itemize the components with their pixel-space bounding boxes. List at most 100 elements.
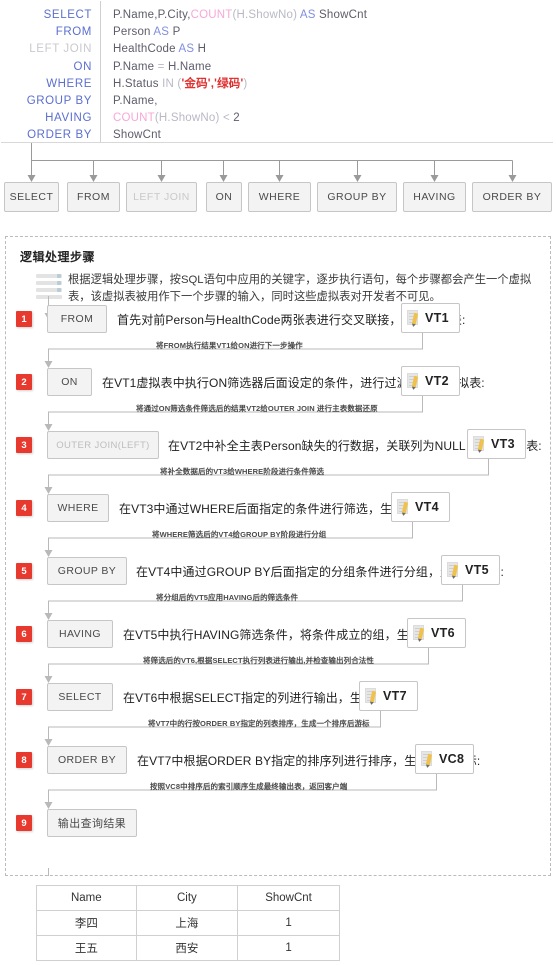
keyword-box-order-by[interactable]: ORDER BY — [472, 182, 552, 212]
sql-on-right: H.Name — [168, 60, 212, 73]
page-root: SELECT FROM LEFT JOIN ON WHERE GROUP BY … — [0, 0, 556, 965]
sql-having-function: COUNT — [113, 112, 155, 125]
virtual-table-label-4: VT4 — [415, 500, 439, 514]
keyword-box-from[interactable]: FROM — [67, 182, 120, 212]
sql-count-function: COUNT — [190, 9, 233, 21]
virtual-table-vt6[interactable]: VT6 — [407, 618, 466, 648]
table-icon — [421, 751, 435, 767]
keyword-box-on[interactable]: ON — [206, 182, 242, 212]
result-table: Name City ShowCnt 李四 上海 1 王五 西安 1 — [36, 885, 340, 961]
keyword-box-select[interactable]: SELECT — [4, 182, 59, 212]
step-op-box-select[interactable]: SELECT — [47, 683, 113, 711]
step-number-badge-1: 1 — [16, 311, 32, 327]
sql-alias-h: H — [197, 43, 207, 56]
sql-line-having: COUNT(H.ShowNo) < 2 — [113, 110, 553, 127]
table-icon — [397, 499, 411, 515]
connector-label-2: 将通过ON筛选条件筛选后的结果VT2给OUTER JOIN 进行主表数据还原 — [136, 404, 378, 413]
table-icon — [473, 436, 487, 452]
sql-keyword-where: WHERE — [46, 77, 92, 90]
sql-keyword-having: HAVING — [45, 112, 92, 125]
sql-as-1: AS — [299, 9, 316, 21]
table-row: 李四 上海 1 — [36, 910, 340, 936]
keyword-box-having[interactable]: HAVING — [403, 182, 466, 212]
sql-having-value: 2 — [233, 112, 240, 125]
step-op-box-from[interactable]: FROM — [47, 305, 107, 333]
sql-alias-showcnt: ShowCnt — [319, 9, 368, 21]
keyword-box-group-by[interactable]: GROUP BY — [317, 182, 397, 212]
step-op-box-group-by[interactable]: GROUP BY — [47, 557, 127, 585]
column-header-city: City — [135, 885, 239, 911]
step-7: 7 SELECT 在VT6中根据SELECT指定的列进行输出，生成虚拟表: VT… — [0, 681, 546, 715]
sql-where-value-2: '绿码' — [214, 77, 244, 90]
cell-city-1: 西安 — [135, 935, 239, 961]
panel-title: 逻辑处理步骤 — [20, 250, 96, 264]
sql-keyword-select: SELECT — [43, 9, 92, 21]
step-2: 2 ON 在VT1虚拟表中执行ON筛选器后面设定的条件，进行过滤，生成虚拟表: … — [0, 366, 546, 400]
sql-table-healthcode: HealthCode — [113, 43, 176, 56]
virtual-table-label-1: VT1 — [425, 311, 449, 325]
virtual-table-vt5[interactable]: VT5 — [441, 555, 500, 585]
step-op-box-on[interactable]: ON — [47, 368, 92, 396]
step-op-box-having[interactable]: HAVING — [47, 620, 113, 648]
step-5: 5 GROUP BY 在VT4中通过GROUP BY后面指定的分组条件进行分组，… — [0, 555, 546, 589]
sql-line-group-by: P.Name, — [113, 93, 553, 110]
table-icon — [407, 310, 421, 326]
sql-where-paren-close: ) — [243, 77, 248, 90]
sql-having-operator: < — [222, 112, 230, 125]
step-9: 9 输出查询结果 — [0, 807, 546, 841]
sql-statement-panel: SELECT FROM LEFT JOIN ON WHERE GROUP BY … — [1, 1, 553, 143]
virtual-table-vt2[interactable]: VT2 — [401, 366, 460, 396]
step-op-box-order-by[interactable]: ORDER BY — [47, 746, 127, 774]
keyword-box-where[interactable]: WHERE — [248, 182, 311, 212]
sql-line-select: P.Name,P.City,COUNT(H.ShowNo) AS ShowCnt — [113, 7, 553, 24]
connector-label-5: 将分组后的VT5应用HAVING后的筛选条件 — [156, 593, 299, 602]
sql-line-left-join: HealthCode AS H — [113, 41, 553, 58]
table-header-row: Name City ShowCnt — [36, 885, 340, 911]
virtual-table-label-2: VT2 — [425, 374, 449, 388]
sql-as-2: AS — [153, 26, 170, 39]
cell-showcnt-0: 1 — [237, 910, 340, 936]
virtual-table-vt1[interactable]: VT1 — [401, 303, 460, 333]
sql-on-operator: = — [157, 60, 165, 73]
step-number-badge-4: 4 — [16, 500, 32, 516]
sql-where-in: IN — [162, 77, 175, 90]
cell-name-0: 李四 — [36, 910, 137, 936]
sql-having-arg: (H.ShowNo) — [154, 112, 220, 125]
sql-select-columns: P.Name,P.City, — [113, 9, 191, 21]
virtual-table-vc8[interactable]: VC8 — [415, 744, 474, 774]
table-icon — [407, 373, 421, 389]
sql-order-by-column: ShowCnt — [113, 129, 162, 142]
step-op-box-outer-join[interactable]: OUTER JOIN(LEFT) — [47, 431, 159, 459]
step-3: 3 OUTER JOIN(LEFT) 在VT2中补全主表Person缺失的行数据… — [0, 429, 546, 463]
connector-label-4: 将WHERE筛选后的VT4给GROUP BY阶段进行分组 — [152, 530, 327, 539]
table-icon — [447, 562, 461, 578]
step-4: 4 WHERE 在VT3中通过WHERE后面指定的条件进行筛选，生成虚拟表: V… — [0, 492, 546, 526]
sql-alias-p: P — [172, 26, 181, 39]
virtual-table-label-8: VC8 — [439, 752, 465, 766]
connector-label-1: 将FROM执行结果VT1给ON进行下一步操作 — [156, 341, 303, 350]
virtual-table-vt4[interactable]: VT4 — [391, 492, 450, 522]
virtual-table-label-7: VT7 — [383, 689, 407, 703]
sql-keyword-column: SELECT FROM LEFT JOIN ON WHERE GROUP BY … — [1, 1, 101, 142]
sql-on-left: P.Name — [113, 60, 155, 73]
sql-where-column: H.Status — [113, 77, 159, 90]
virtual-table-vt3[interactable]: VT3 — [467, 429, 526, 459]
connector-label-8: 按照VC8中排序后的索引顺序生成最终输出表，返回客户端 — [150, 782, 348, 791]
step-op-box-output-result[interactable]: 输出查询结果 — [47, 809, 137, 837]
step-number-badge-9: 9 — [16, 815, 32, 831]
step-number-badge-6: 6 — [16, 626, 32, 642]
keyword-box-left-join[interactable]: LEFT JOIN — [126, 182, 197, 212]
cell-name-1: 王五 — [36, 935, 137, 961]
virtual-table-vt7[interactable]: VT7 — [359, 681, 418, 711]
step-op-box-where[interactable]: WHERE — [47, 494, 109, 522]
connector-label-6: 将筛选后的VT6,根据SELECT执行列表进行输出,并检查输出列合法性 — [143, 656, 375, 665]
step-number-badge-2: 2 — [16, 374, 32, 390]
step-1: 1 FROM 首先对前Person与HealthCode两张表进行交叉联接，生成… — [0, 303, 546, 337]
sql-where-value-1: '金码' — [181, 77, 211, 90]
table-row: 王五 西安 1 — [36, 935, 340, 961]
sql-expression-column: P.Name,P.City,COUNT(H.ShowNo) AS ShowCnt… — [101, 1, 553, 142]
sql-line-on: P.Name = H.Name — [113, 59, 553, 76]
connector-label-7: 将VT7中的行按ORDER BY指定的列表排序，生成一个排序后游标 — [148, 719, 370, 728]
cell-showcnt-1: 1 — [237, 935, 340, 961]
sql-line-where: H.Status IN ('金码','绿码') — [113, 76, 553, 93]
